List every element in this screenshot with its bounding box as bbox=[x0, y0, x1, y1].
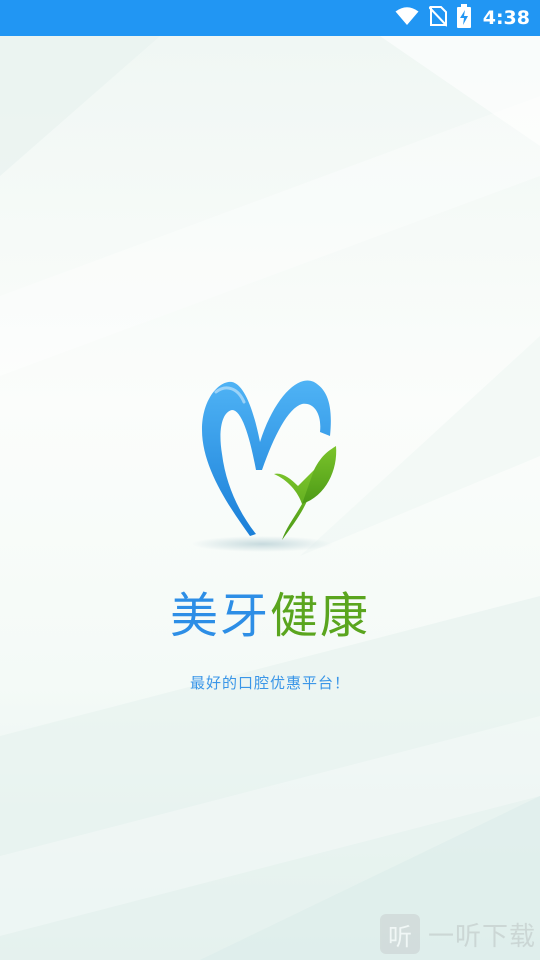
battery-charging-icon bbox=[456, 4, 471, 32]
brand-name-green: 健康 bbox=[270, 588, 371, 644]
wifi-icon bbox=[395, 6, 419, 30]
watermark: 听 一听下载 bbox=[379, 914, 536, 954]
tagline: 最好的口腔优惠平台！ bbox=[189, 674, 350, 692]
brand-name: 美牙健康 bbox=[0, 592, 540, 640]
brand-name-blue: 美牙 bbox=[169, 588, 270, 644]
status-icons: 4:38 bbox=[395, 0, 530, 36]
status-bar: 4:38 bbox=[0, 0, 540, 36]
watermark-badge: 听 bbox=[379, 914, 420, 954]
meiya-heart-logo bbox=[192, 380, 337, 552]
watermark-text: 一听下载 bbox=[427, 921, 536, 952]
no-sim-icon bbox=[428, 5, 448, 31]
status-time: 4:38 bbox=[482, 7, 530, 29]
splash-screen: 美牙健康 最好的口腔优惠平台！ bbox=[0, 36, 540, 960]
